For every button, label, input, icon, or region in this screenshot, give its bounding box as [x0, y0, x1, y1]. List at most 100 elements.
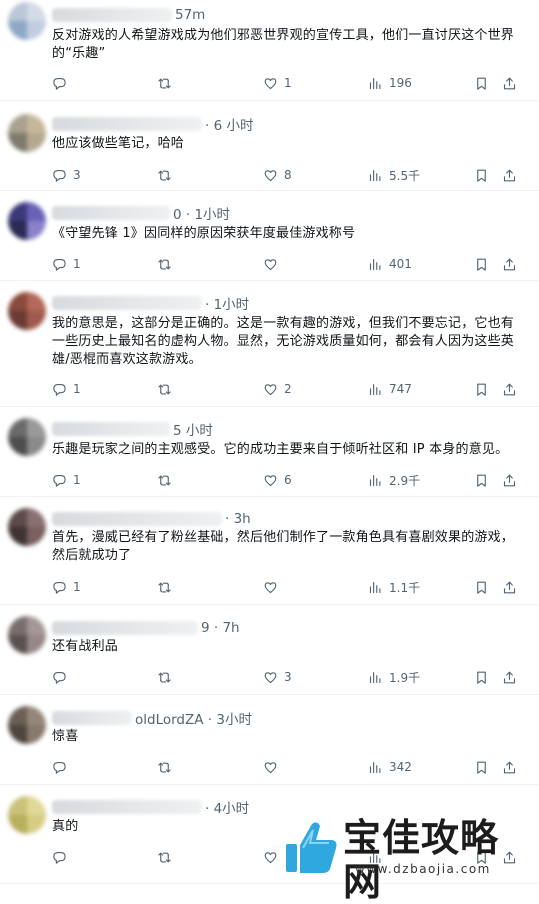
views-button[interactable]: 2.9千: [368, 470, 420, 490]
retweet-icon: [157, 473, 172, 488]
tweet-timestamp[interactable]: 5 小时: [173, 419, 213, 439]
reply-icon: [52, 580, 67, 595]
retweet-button[interactable]: [157, 379, 178, 399]
retweet-button[interactable]: [157, 254, 178, 274]
blurred-username[interactable]: [52, 8, 172, 22]
like-button[interactable]: [263, 757, 284, 777]
reply-icon: [52, 760, 67, 775]
retweet-button[interactable]: [157, 73, 178, 93]
tweet-item[interactable]: 0 · 1小时《守望先锋 1》因同样的原因荣获年度最佳游戏称号1401: [0, 191, 539, 281]
blurred-username[interactable]: [52, 206, 170, 220]
tweet-header: · 3h: [52, 509, 251, 529]
share-icon: [502, 580, 517, 595]
blurred-username[interactable]: [52, 711, 132, 725]
reply-button[interactable]: [52, 73, 73, 93]
share-button[interactable]: [502, 165, 517, 185]
share-button[interactable]: [502, 577, 517, 597]
blurred-username[interactable]: [52, 422, 170, 436]
views-count: 196: [389, 76, 412, 90]
reply-count: 3: [73, 168, 81, 182]
bookmark-button[interactable]: [474, 757, 489, 777]
like-button[interactable]: [263, 254, 284, 274]
tweet-item[interactable]: 9 · 7h还有战利品31.9千: [0, 605, 539, 695]
tweet-timestamp[interactable]: 0 · 1小时: [173, 203, 230, 223]
tweet-text: 我的意思是，这部分是正确的。这是一款有趣的游戏，但我们不要忘记，它也有一些历史上…: [52, 315, 525, 369]
share-button[interactable]: [502, 73, 517, 93]
tweet-item[interactable]: · 1小时我的意思是，这部分是正确的。这是一款有趣的游戏，但我们不要忘记，它也有…: [0, 281, 539, 407]
bookmark-button[interactable]: [474, 73, 489, 93]
avatar[interactable]: [8, 508, 46, 546]
avatar[interactable]: [8, 114, 46, 152]
views-button[interactable]: 342: [368, 757, 412, 777]
like-button[interactable]: 1: [263, 73, 292, 93]
reply-button[interactable]: [52, 757, 73, 777]
bookmark-button[interactable]: [474, 577, 489, 597]
retweet-button[interactable]: [157, 667, 178, 687]
views-button[interactable]: 5.5千: [368, 165, 420, 185]
avatar[interactable]: [8, 706, 46, 744]
reply-button[interactable]: 1: [52, 254, 81, 274]
tweet-timestamp[interactable]: · 1小时: [205, 293, 249, 313]
blurred-username[interactable]: [52, 117, 202, 131]
like-button[interactable]: 6: [263, 470, 292, 490]
bookmark-button[interactable]: [474, 254, 489, 274]
avatar[interactable]: [8, 202, 46, 240]
avatar[interactable]: [8, 616, 46, 654]
blurred-username[interactable]: [52, 800, 202, 814]
like-button[interactable]: 8: [263, 165, 292, 185]
share-button[interactable]: [502, 667, 517, 687]
reply-button[interactable]: 3: [52, 165, 81, 185]
bookmark-icon: [474, 670, 489, 685]
views-button[interactable]: 401: [368, 254, 412, 274]
share-icon: [502, 168, 517, 183]
retweet-button[interactable]: [157, 757, 178, 777]
like-count: 8: [284, 168, 292, 182]
avatar[interactable]: [8, 2, 46, 40]
views-button[interactable]: 1.1千: [368, 577, 420, 597]
tweet-item[interactable]: 57m反对游戏的人希望游戏成为他们邪恶世界观的宣传工具，他们一直讨厌这个世界的“…: [0, 0, 539, 101]
like-button[interactable]: 3: [263, 667, 292, 687]
tweet-item[interactable]: · 6 小时他应该做些笔记，哈哈385.5千: [0, 101, 539, 191]
tweet-timestamp[interactable]: oldLordZA · 3小时: [135, 708, 252, 728]
blurred-username[interactable]: [52, 621, 198, 635]
views-button[interactable]: 196: [368, 73, 412, 93]
views-button[interactable]: 747: [368, 379, 412, 399]
retweet-button[interactable]: [157, 470, 178, 490]
bookmark-button[interactable]: [474, 165, 489, 185]
reply-button[interactable]: 1: [52, 577, 81, 597]
reply-button[interactable]: 1: [52, 470, 81, 490]
share-button[interactable]: [502, 254, 517, 274]
tweet-timestamp[interactable]: · 6 小时: [205, 114, 253, 134]
reply-button[interactable]: [52, 847, 73, 867]
tweet-timestamp[interactable]: 9 · 7h: [201, 620, 240, 636]
reply-button[interactable]: 1: [52, 379, 81, 399]
bookmark-button[interactable]: [474, 379, 489, 399]
reply-button[interactable]: [52, 667, 73, 687]
avatar[interactable]: [8, 796, 46, 834]
tweet-timestamp[interactable]: 57m: [175, 7, 205, 23]
tweet-timestamp[interactable]: · 3h: [225, 511, 251, 527]
retweet-button[interactable]: [157, 847, 178, 867]
blurred-username[interactable]: [52, 512, 222, 526]
tweet-timestamp[interactable]: · 4小时: [205, 797, 249, 817]
tweet-item[interactable]: oldLordZA · 3小时惊喜342: [0, 695, 539, 785]
thumbs-up-logo-icon: [283, 818, 339, 876]
share-button[interactable]: [502, 757, 517, 777]
heart-icon: [263, 168, 278, 183]
tweet-item[interactable]: · 3h首先，漫威已经有了粉丝基础，然后他们制作了一款角色具有喜剧效果的游戏，然…: [0, 497, 539, 605]
bookmark-icon: [474, 473, 489, 488]
views-button[interactable]: 1.9千: [368, 667, 420, 687]
bookmark-button[interactable]: [474, 470, 489, 490]
like-button[interactable]: [263, 577, 284, 597]
like-button[interactable]: 2: [263, 379, 292, 399]
tweet-item[interactable]: 5 小时乐趣是玩家之间的主观感受。它的成功主要来自于倾听社区和 IP 本身的意见…: [0, 407, 539, 497]
retweet-button[interactable]: [157, 577, 178, 597]
blurred-username[interactable]: [52, 296, 202, 310]
bookmark-button[interactable]: [474, 667, 489, 687]
retweet-button[interactable]: [157, 165, 178, 185]
share-button[interactable]: [502, 379, 517, 399]
avatar[interactable]: [8, 418, 46, 456]
like-button[interactable]: [263, 847, 284, 867]
share-button[interactable]: [502, 470, 517, 490]
avatar[interactable]: [8, 292, 46, 330]
